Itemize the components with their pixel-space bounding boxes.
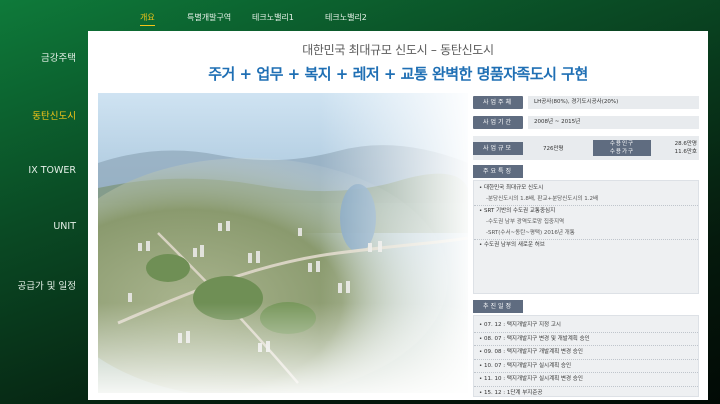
features-list: • 대한민국 최대규모 신도시 -분당신도시의 1.8배, 판교+분당신도시의 1…	[473, 180, 699, 294]
sidebar-item-unit[interactable]: UNIT	[53, 221, 76, 232]
feature-item: -SRT(수서~동탄~평택) 2016년 개통	[474, 228, 698, 240]
sidebar-item-kumkang-housing[interactable]: 금강주택	[41, 50, 76, 64]
households-value: 11.6만호	[674, 149, 697, 155]
page-subtitle: 주거 + 업무 + 복지 + 레저 + 교통 완벽한 명품자족도시 구현	[208, 65, 588, 83]
schedule-heading: 추진일정	[473, 300, 523, 313]
feature-item: • 대한민국 최대규모 신도시	[479, 185, 544, 191]
sidebar-item-price-schedule[interactable]: 공급가 및 일정	[18, 278, 76, 292]
developer-value: LH공사(80%), 경기도시공사(20%)	[528, 96, 699, 109]
schedule-list: • 07. 12 : 택지개발지구 지정 고시 • 08. 07 : 택지개발지구…	[473, 315, 699, 397]
schedule-item: • 07. 12 : 택지개발지구 지정 고시	[474, 319, 698, 333]
tab-technovalley-2[interactable]: 테크노밸리2	[325, 12, 367, 23]
scale-row: 사업규모 726만평 수용인구 수용가구 28.6만명 11.6만호	[473, 136, 699, 160]
tab-technovalley-1[interactable]: 테크노밸리1	[252, 12, 294, 23]
period-label: 사업기간	[473, 116, 523, 129]
schedule-item: • 15. 12 : 1단계 부지준공	[479, 389, 543, 396]
schedule-item: • 08. 07 : 택지개발지구 변경 및 개발계획 승인	[474, 333, 698, 346]
page-title: 대한민국 최대규모 신도시 – 동탄신도시	[302, 43, 494, 57]
households-label: 수용가구	[609, 149, 635, 155]
sidebar: 금강주택 동탄신도시 IX TOWER UNIT 공급가 및 일정	[0, 30, 86, 400]
feature-item: • SRT 기반의 수도권 교통중심지	[479, 208, 556, 214]
period-value: 2008년 ~ 2015년	[528, 116, 699, 129]
content-panel: 대한민국 최대규모 신도시 – 동탄신도시 주거 + 업무 + 복지 + 레저 …	[88, 31, 708, 400]
tab-overview[interactable]: 개요	[140, 12, 155, 26]
population-label: 수용인구	[609, 141, 635, 147]
features-heading: 주요특징	[473, 165, 523, 178]
feature-item: • 수도권 남부의 새로운 허브	[479, 242, 545, 248]
feature-item: -수도권 남부 광역도로망 집중지역	[486, 219, 565, 225]
sidebar-item-dongtan[interactable]: 동탄신도시	[32, 108, 76, 122]
developer-label: 사업주체	[473, 96, 523, 109]
schedule-item: • 09. 08 : 택지개발지구 개발계획 변경 승인	[474, 346, 698, 360]
area-value: 726만평	[543, 146, 564, 152]
aerial-city-image	[98, 93, 468, 393]
feature-item: -분당신도시의 1.8배, 판교+분당신도시의 1.2배	[474, 194, 698, 206]
capacity-values: 28.6만명 11.6만호	[655, 140, 697, 156]
capacity-labels: 수용인구 수용가구	[593, 140, 651, 156]
sidebar-item-ix-tower[interactable]: IX TOWER	[28, 165, 76, 176]
schedule-item: • 11. 10 : 택지개발지구 실시계획 변경 승인	[474, 373, 698, 387]
schedule-item: • 10. 07 : 택지개발지구 실시계획 승인	[474, 360, 698, 373]
population-value: 28.6만명	[674, 141, 697, 147]
scale-label: 사업규모	[473, 142, 523, 155]
tab-special-development[interactable]: 특별개발구역	[187, 12, 231, 23]
